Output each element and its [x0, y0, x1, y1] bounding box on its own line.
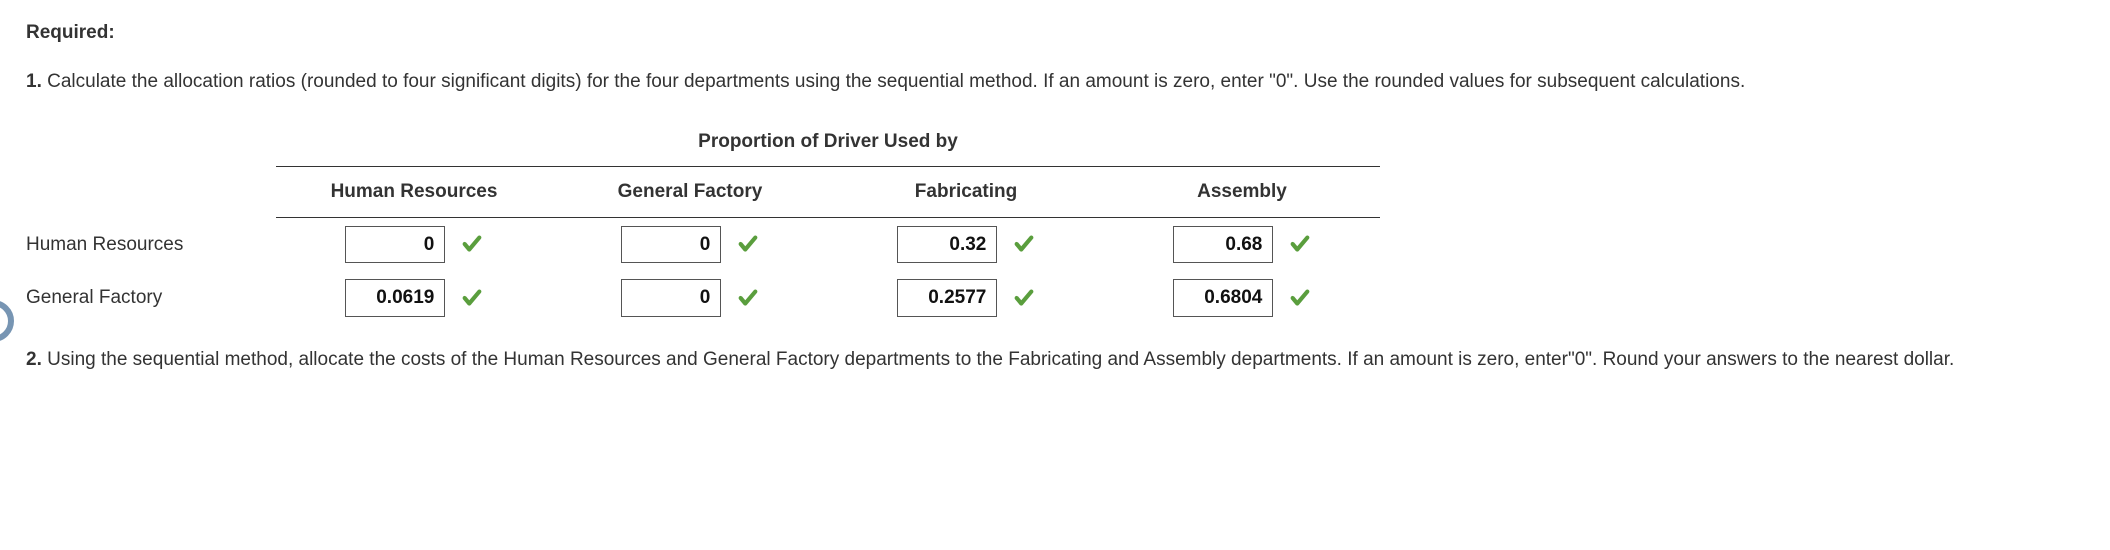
col-header-gf: General Factory: [552, 167, 828, 217]
table-span-header: Proportion of Driver Used by: [276, 121, 1380, 167]
check-icon: [1013, 233, 1035, 255]
row-label-gf: General Factory: [26, 271, 276, 324]
input-gf-hr[interactable]: 0.0619: [345, 279, 445, 316]
blank-header-2: [26, 167, 276, 217]
col-header-asm: Assembly: [1104, 167, 1380, 217]
question-1: 1. Calculate the allocation ratios (roun…: [26, 67, 2084, 96]
question-1-number: 1.: [26, 71, 42, 92]
check-icon: [1013, 287, 1035, 309]
input-hr-fab[interactable]: 0.32: [897, 226, 997, 263]
input-gf-asm[interactable]: 0.6804: [1173, 279, 1273, 316]
check-icon: [737, 233, 759, 255]
check-icon: [461, 287, 483, 309]
check-icon: [1289, 287, 1311, 309]
question-1-text: Calculate the allocation ratios (rounded…: [42, 71, 1745, 92]
allocation-ratios-table: Proportion of Driver Used by Human Resou…: [26, 121, 2084, 325]
input-hr-hr[interactable]: 0: [345, 226, 445, 263]
row-label-hr: Human Resources: [26, 217, 276, 271]
table-row: General Factory 0.0619 0 0.: [26, 271, 1380, 324]
blank-header: [26, 121, 276, 167]
col-header-hr: Human Resources: [276, 167, 552, 217]
input-gf-gf[interactable]: 0: [621, 279, 721, 316]
table-row: Human Resources 0 0 0.32: [26, 217, 1380, 271]
col-header-fab: Fabricating: [828, 167, 1104, 217]
required-heading: Required:: [26, 18, 2084, 47]
input-gf-fab[interactable]: 0.2577: [897, 279, 997, 316]
question-2-number: 2.: [26, 349, 42, 370]
input-hr-gf[interactable]: 0: [621, 226, 721, 263]
check-icon: [1289, 233, 1311, 255]
check-icon: [461, 233, 483, 255]
question-2-text: Using the sequential method, allocate th…: [42, 349, 1954, 370]
question-2: 2. Using the sequential method, allocate…: [26, 345, 2084, 374]
input-hr-asm[interactable]: 0.68: [1173, 226, 1273, 263]
check-icon: [737, 287, 759, 309]
decorative-circle: [0, 300, 14, 342]
